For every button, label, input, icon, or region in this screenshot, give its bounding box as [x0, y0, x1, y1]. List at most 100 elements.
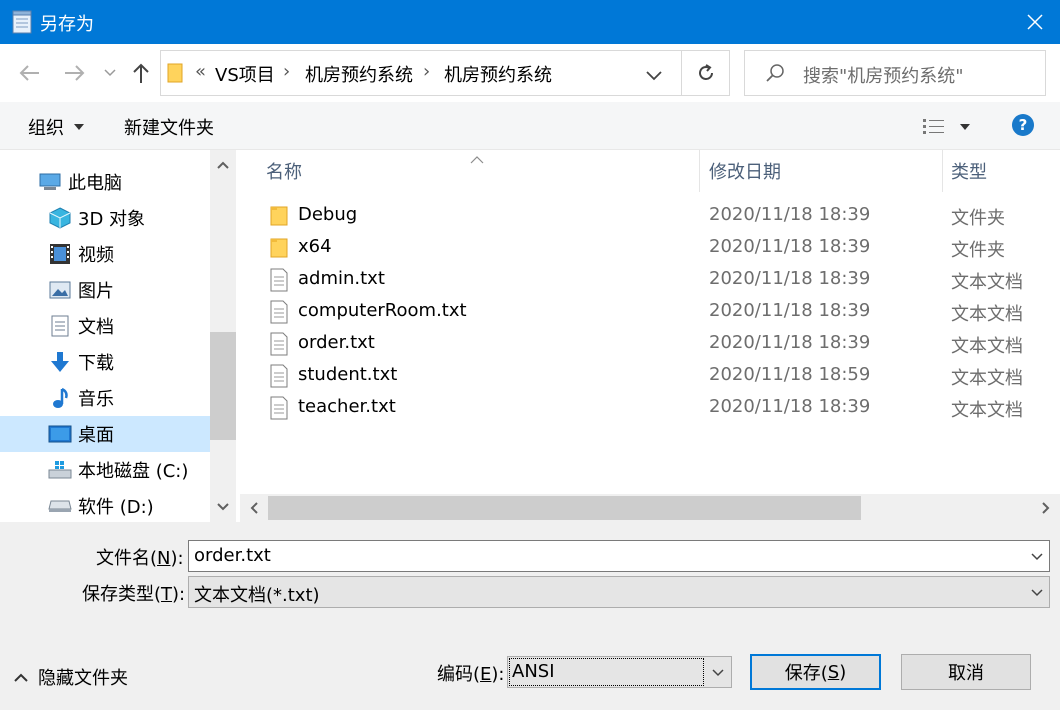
dropdown-triangle-icon	[74, 124, 84, 130]
sidebar-item-drive-c[interactable]: 本地磁盘 (C:)	[0, 452, 210, 488]
file-row[interactable]: x64 2020/11/18 18:39 文件夹	[240, 232, 1060, 264]
file-date: 2020/11/18 18:39	[709, 204, 871, 225]
hide-folders-label: 隐藏文件夹	[38, 668, 128, 689]
drive-icon	[48, 494, 72, 518]
file-name: Debug	[298, 204, 358, 225]
forward-button[interactable]	[60, 60, 88, 86]
column-header-name[interactable]: 名称	[266, 150, 698, 192]
chevron-up-icon	[14, 673, 28, 682]
save-button[interactable]: 保存(S)	[750, 654, 881, 690]
scroll-thumb[interactable]	[210, 332, 236, 440]
scroll-left-button[interactable]	[240, 494, 268, 522]
sidebar-item-label: 此电脑	[68, 173, 122, 194]
computer-icon	[38, 170, 62, 194]
chevron-left-icon	[250, 502, 258, 514]
address-dropdown-button[interactable]	[641, 65, 667, 83]
file-type: 文本文档	[951, 304, 1023, 325]
column-divider[interactable]	[942, 150, 943, 192]
encoding-value: ANSI	[512, 661, 555, 682]
filetype-label: 保存类型(T):	[82, 584, 186, 605]
filetype-select[interactable]: 文本文档(*.txt)	[188, 576, 1050, 608]
encoding-label: 编码(E):	[437, 664, 505, 685]
refresh-button[interactable]	[683, 51, 729, 95]
sidebar-item-3d-objects[interactable]: 3D 对象	[0, 200, 210, 236]
file-row[interactable]: teacher.txt 2020/11/18 18:39 文本文档	[240, 392, 1060, 424]
address-bar[interactable]: « VS项目 › 机房预约系统 › 机房预约系统	[160, 50, 730, 96]
scroll-down-button[interactable]	[210, 492, 236, 522]
chevron-down-icon[interactable]	[1031, 553, 1043, 561]
scroll-up-button[interactable]	[210, 150, 236, 180]
up-button[interactable]	[128, 60, 154, 86]
organize-button[interactable]: 组织	[28, 114, 84, 140]
text-file-icon	[270, 332, 288, 356]
file-row[interactable]: order.txt 2020/11/18 18:39 文本文档	[240, 328, 1060, 360]
desktop-icon	[48, 422, 72, 446]
sidebar-item-downloads[interactable]: 下载	[0, 344, 210, 380]
refresh-icon	[699, 64, 713, 80]
recent-locations-button[interactable]	[102, 60, 118, 86]
file-row[interactable]: Debug 2020/11/18 18:39 文件夹	[240, 200, 1060, 232]
file-list-horizontal-scrollbar[interactable]	[240, 494, 1060, 522]
column-header-date[interactable]: 修改日期	[709, 150, 941, 192]
file-type: 文件夹	[951, 240, 1005, 261]
file-date: 2020/11/18 18:39	[709, 236, 871, 257]
close-button[interactable]	[1010, 0, 1060, 44]
column-header-type[interactable]: 类型	[951, 150, 1051, 192]
chevron-down-icon	[1031, 589, 1043, 597]
encoding-select[interactable]: ANSI	[507, 656, 732, 688]
file-type: 文本文档	[951, 368, 1023, 389]
sidebar-item-label: 桌面	[78, 425, 114, 446]
sidebar-item-videos[interactable]: 视频	[0, 236, 210, 272]
text-file-icon	[270, 300, 288, 324]
search-box[interactable]: 搜索"机房预约系统"	[744, 50, 1046, 96]
file-type: 文本文档	[951, 400, 1023, 421]
sidebar-item-label: 本地磁盘 (C:)	[78, 461, 189, 482]
address-divider	[681, 51, 682, 95]
file-name: student.txt	[298, 364, 398, 385]
cancel-button[interactable]: 取消	[901, 654, 1031, 690]
navigation-pane-scrollbar[interactable]	[210, 150, 236, 522]
file-row[interactable]: student.txt 2020/11/18 18:59 文本文档	[240, 360, 1060, 392]
forward-arrow-icon	[65, 65, 85, 81]
breadcrumb-item-project[interactable]: 机房预约系统	[305, 61, 413, 87]
filename-label: 文件名(N):	[96, 548, 184, 569]
filetype-value: 文本文档(*.txt)	[194, 585, 320, 606]
hide-folders-button[interactable]: 隐藏文件夹	[14, 664, 128, 690]
navigation-pane: 此电脑 3D 对象 视频 图片 文档 下载 音乐 桌面 本地磁盘 (C:) 软件…	[0, 150, 210, 522]
file-row[interactable]: admin.txt 2020/11/18 18:39 文本文档	[240, 264, 1060, 296]
text-file-icon	[270, 268, 288, 292]
column-header-date-label: 修改日期	[709, 162, 781, 183]
filename-combobox[interactable]: order.txt	[188, 540, 1050, 572]
view-options-button[interactable]	[922, 114, 978, 140]
file-row[interactable]: computerRoom.txt 2020/11/18 18:39 文本文档	[240, 296, 1060, 328]
file-date: 2020/11/18 18:39	[709, 332, 871, 353]
breadcrumb-overflow[interactable]: «	[195, 61, 206, 82]
back-arrow-icon	[19, 65, 39, 81]
documents-icon	[48, 314, 72, 338]
help-icon[interactable]: ?	[1012, 114, 1034, 136]
sidebar-item-drive-d[interactable]: 软件 (D:)	[0, 488, 210, 524]
sidebar-item-label: 图片	[78, 281, 114, 302]
folder-icon	[270, 204, 288, 228]
pictures-icon	[48, 278, 72, 302]
sidebar-item-label: 3D 对象	[78, 209, 146, 230]
notepad-icon	[12, 10, 32, 34]
close-icon	[1027, 14, 1043, 30]
column-divider[interactable]	[699, 150, 700, 192]
breadcrumb-item-vs[interactable]: VS项目	[215, 61, 275, 87]
scroll-right-button[interactable]	[1032, 494, 1060, 522]
sidebar-item-pictures[interactable]: 图片	[0, 272, 210, 308]
new-folder-button[interactable]: 新建文件夹	[124, 114, 214, 140]
sidebar-item-documents[interactable]: 文档	[0, 308, 210, 344]
file-type: 文件夹	[951, 208, 1005, 229]
back-button[interactable]	[16, 60, 44, 86]
sidebar-item-desktop[interactable]: 桌面	[0, 416, 210, 452]
scroll-thumb[interactable]	[268, 496, 861, 520]
sidebar-item-this-pc[interactable]: 此电脑	[0, 164, 210, 200]
chevron-down-icon	[646, 71, 662, 81]
search-icon	[766, 64, 784, 82]
sidebar-item-music[interactable]: 音乐	[0, 380, 210, 416]
text-file-icon	[270, 396, 288, 420]
breadcrumb-item-current[interactable]: 机房预约系统	[444, 61, 552, 87]
filename-input[interactable]: order.txt	[194, 545, 271, 566]
